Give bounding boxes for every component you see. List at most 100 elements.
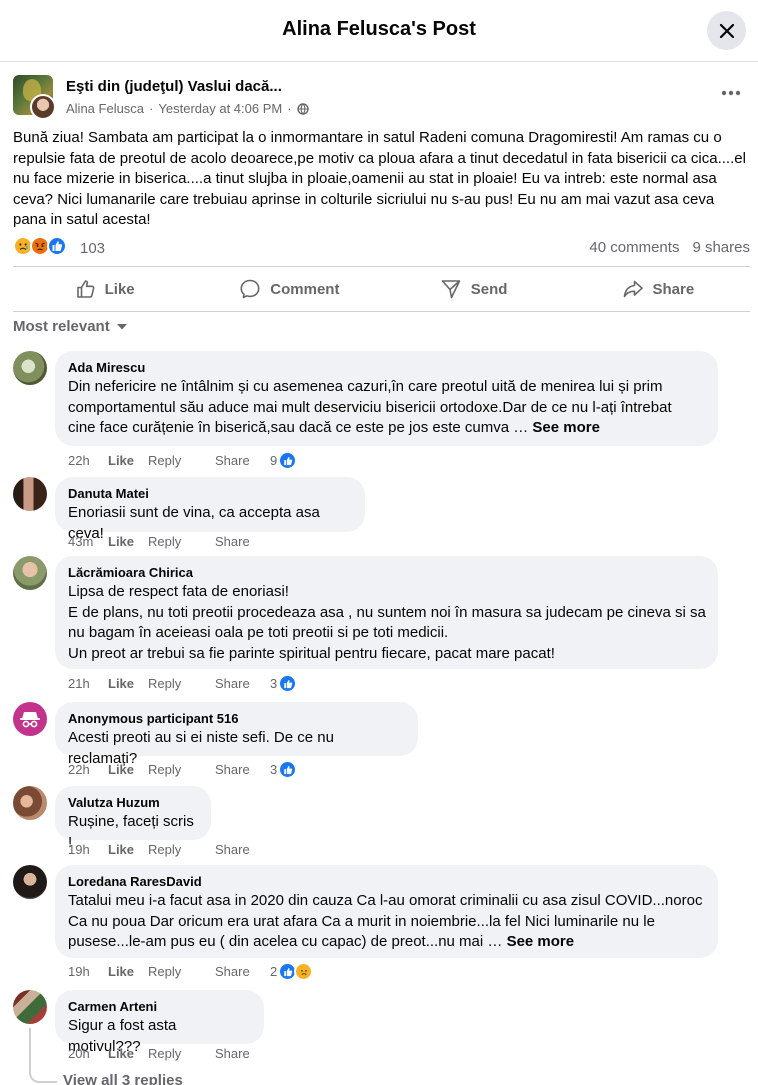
comment-reaction-count[interactable]: 9	[270, 451, 298, 470]
comment-share-button[interactable]: Share	[215, 762, 270, 777]
comment-line: Tatalui meu i-a facut asa in 2020 din ca…	[68, 892, 703, 909]
author-avatar[interactable]	[30, 94, 56, 120]
comments-count-link[interactable]: 40 comments	[589, 239, 679, 256]
like-button-label: Like	[104, 280, 135, 298]
like-button[interactable]: Like	[13, 267, 197, 311]
caret-down-icon	[116, 323, 127, 329]
share-button[interactable]: Share	[566, 267, 750, 311]
comment-share-button[interactable]: Share	[215, 534, 270, 549]
reaction-icons[interactable]	[13, 236, 67, 256]
comment-reply-button[interactable]: Reply	[148, 453, 215, 468]
commenter-avatar[interactable]	[13, 786, 47, 820]
comment-reply-button[interactable]: Reply	[148, 964, 215, 979]
like-reaction-icon	[47, 236, 67, 256]
send-icon	[441, 280, 461, 299]
comment-reply-button[interactable]: Reply	[148, 1046, 215, 1061]
comment-reply-button[interactable]: Reply	[148, 534, 215, 549]
comment-like-button[interactable]: Like	[108, 534, 148, 549]
comment-bubble: Lăcrămioara Chirica Lipsa de respect fat…	[55, 556, 718, 669]
comment-reply-button[interactable]: Reply	[148, 842, 215, 857]
comment-time[interactable]: 19h	[68, 964, 108, 979]
post-options-button[interactable]	[719, 81, 743, 105]
comment-sort-dropdown[interactable]: Most relevant	[13, 318, 128, 335]
view-replies-link[interactable]: View all 3 replies	[63, 1072, 183, 1085]
close-button[interactable]	[707, 11, 746, 50]
reaction-count-value: 3	[270, 762, 278, 777]
post-meta: Alina Felusca · Yesterday at 4:06 PM ·	[66, 101, 309, 116]
post-header: Eşti din (judeţul) Vaslui dacă... Alina …	[13, 75, 748, 120]
more-options-icon	[721, 90, 741, 96]
reaction-count[interactable]: 103	[80, 240, 105, 257]
commenter-avatar[interactable]	[13, 477, 47, 511]
post-timestamp[interactable]: Yesterday at 4:06 PM	[158, 101, 282, 116]
comment-time[interactable]: 19h	[68, 842, 108, 857]
comment-share-button[interactable]: Share	[215, 676, 270, 691]
comment-reply-button[interactable]: Reply	[148, 676, 215, 691]
commenter-name[interactable]: Danuta Matei	[68, 486, 353, 502]
like-reaction-icon	[278, 451, 298, 470]
like-reaction-icon	[278, 674, 298, 693]
commenter-name[interactable]: Ada Mirescu	[68, 360, 706, 376]
comment-like-button[interactable]: Like	[108, 762, 148, 777]
commenter-name[interactable]: Lăcrămioara Chirica	[68, 565, 706, 581]
sort-label: Most relevant	[13, 318, 110, 335]
comment-reaction-count[interactable]: 3	[270, 760, 298, 779]
comment-line-text: cine face curățenie în biserică,sau dacă…	[68, 419, 533, 436]
comment-like-button[interactable]: Like	[108, 964, 148, 979]
commenter-name[interactable]: Valutza Huzum	[68, 795, 199, 811]
comment-icon	[240, 279, 260, 299]
comment-reply-button[interactable]: Reply	[148, 762, 215, 777]
comment-line: comportamentul său aduce mai mult deserv…	[68, 398, 672, 416]
see-more-link[interactable]: See more	[507, 933, 575, 950]
send-button-label: Send	[470, 280, 508, 298]
comment-text: Lipsa de respect fata de enoriasi! E de …	[68, 582, 706, 664]
comment-actions: 19h Like Reply Share 2	[68, 962, 314, 981]
commenter-avatar[interactable]	[13, 865, 47, 899]
thumbs-up-icon	[76, 280, 95, 298]
comment-bubble: Valutza Huzum Rușine, faceți scris !	[55, 786, 211, 851]
commenter-name[interactable]: Loredana RaresDavid	[68, 874, 706, 890]
commenter-name[interactable]: Anonymous participant 516	[68, 711, 406, 727]
commenter-name[interactable]: Carmen Arteni	[68, 999, 252, 1015]
meta-separator: ·	[149, 101, 154, 116]
comment-button[interactable]: Comment	[197, 267, 381, 311]
commenter-avatar[interactable]	[13, 702, 47, 736]
commenter-avatar[interactable]	[13, 990, 47, 1024]
meta-separator: ·	[287, 101, 292, 116]
comment-time[interactable]: 43m	[68, 534, 108, 549]
see-more-link[interactable]: See more	[532, 419, 600, 436]
like-reaction-icon	[278, 760, 298, 779]
commenter-avatar[interactable]	[13, 351, 47, 385]
comment-like-button[interactable]: Like	[108, 842, 148, 857]
group-name-link[interactable]: Eşti din (judeţul) Vaslui dacă...	[66, 78, 282, 95]
comment-actions: 22h Like Reply Share 9	[68, 451, 298, 470]
comment-line: Ca nu poua Dar oricum era urat afara Ca …	[68, 912, 655, 930]
comment-like-button[interactable]: Like	[108, 453, 148, 468]
sad-reaction-icon	[294, 962, 314, 981]
author-name-link[interactable]: Alina Felusca	[66, 101, 144, 116]
globe-icon	[296, 102, 309, 115]
comment-text: Din nefericire ne întâlnim și cu asemene…	[68, 377, 706, 439]
comment-like-button[interactable]: Like	[108, 1046, 148, 1061]
commenter-avatar[interactable]	[13, 556, 47, 590]
comment-bubble: Loredana RaresDavid Tatalui meu i-a facu…	[55, 865, 718, 958]
comment-like-button[interactable]: Like	[108, 676, 148, 691]
send-button[interactable]: Send	[382, 267, 566, 311]
comment-share-button[interactable]: Share	[215, 964, 270, 979]
comment-button-label: Comment	[270, 280, 340, 298]
comment-text: Tatalui meu i-a facut asa in 2020 din ca…	[68, 891, 706, 953]
comment-bubble: Anonymous participant 516 Acesti preoti …	[55, 702, 418, 767]
comment-time[interactable]: 20h	[68, 1046, 108, 1061]
comment-share-button[interactable]: Share	[215, 453, 270, 468]
comment-time[interactable]: 22h	[68, 762, 108, 777]
comment-share-button[interactable]: Share	[215, 1046, 270, 1061]
share-icon	[623, 280, 643, 298]
comment-reaction-count[interactable]: 3	[270, 674, 298, 693]
comment-time[interactable]: 22h	[68, 453, 108, 468]
reaction-count-value: 3	[270, 676, 278, 691]
comment-reaction-count[interactable]: 2	[270, 962, 314, 981]
shares-count-link[interactable]: 9 shares	[692, 239, 750, 256]
comment-share-button[interactable]: Share	[215, 842, 270, 857]
reaction-count-value: 9	[270, 453, 278, 468]
comment-time[interactable]: 21h	[68, 676, 108, 691]
